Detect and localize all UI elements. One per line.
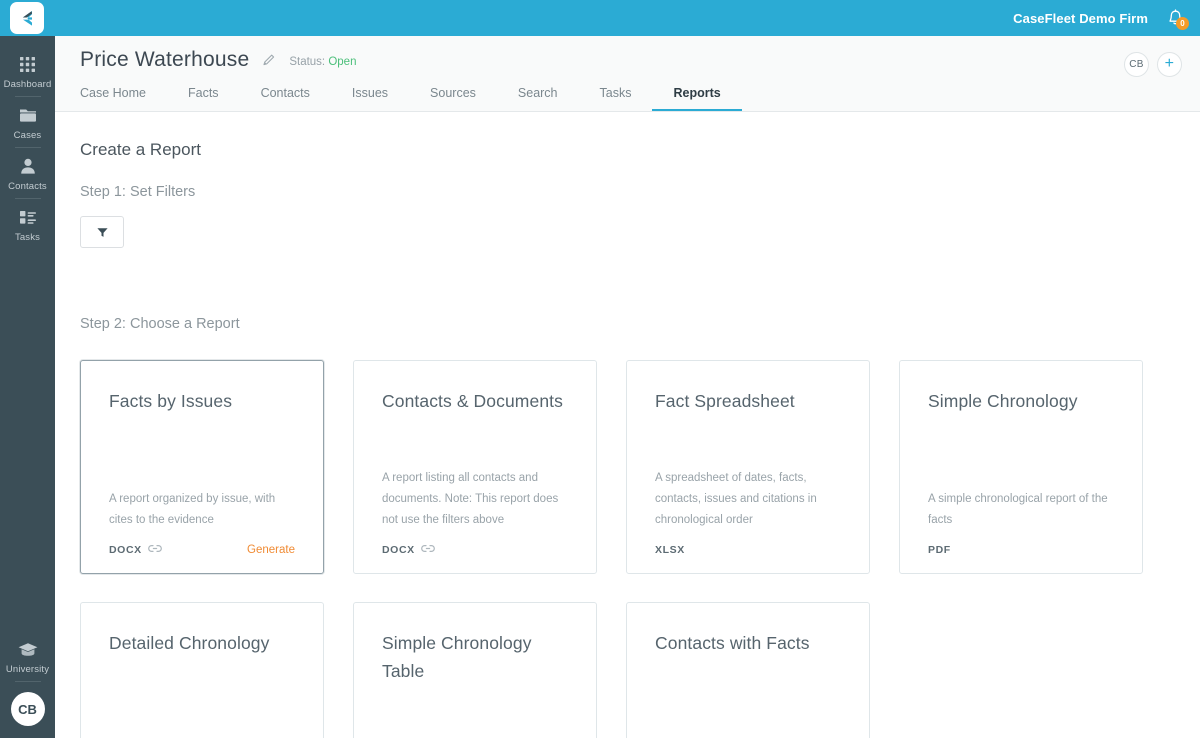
case-title-row: Price Waterhouse Status: Open [80,48,356,72]
rail-divider [15,681,41,682]
firm-name: CaseFleet Demo Firm [1013,11,1148,26]
status-badge: Status: Open [289,56,356,68]
folder-icon [18,104,38,126]
pencil-icon[interactable] [261,52,277,73]
casefleet-logo-icon[interactable] [10,2,44,34]
sidebar-item-label: Tasks [15,232,40,243]
report-card-description: A simple chronological report of the fac… [928,489,1114,531]
tab-contacts[interactable]: Contacts [240,80,331,111]
filter-button[interactable] [80,216,124,248]
app-root: CaseFleet Demo Firm 0 [0,0,1200,738]
case-header-actions: CB + [1124,52,1182,77]
report-card-footer: PDF [928,543,1114,557]
report-card-format: DOCX [109,544,142,556]
left-nav-rail: Dashboard Cases [0,36,55,738]
status-label: Status: [289,56,325,68]
sidebar-item-label: University [6,664,49,675]
report-card-footer: DOCX [382,543,568,557]
main-content: Create a Report Step 1: Set Filters Step… [55,112,1200,738]
report-card-description: A report organized by issue, with cites … [109,489,295,531]
report-card-contacts-with-facts[interactable]: Contacts with Facts A report with facts … [626,602,870,738]
report-card-format-group: DOCX [109,544,162,556]
report-card-footer: DOCX Generate [109,543,295,557]
filter-funnel-icon [96,226,109,239]
tab-sources[interactable]: Sources [409,80,497,111]
notification-count-badge: 0 [1176,17,1189,30]
report-card-format: PDF [928,544,951,556]
report-card-title: Simple Chronology [928,387,1114,415]
report-card-title: Facts by Issues [109,387,295,415]
sidebar-item-label: Dashboard [4,79,52,90]
report-card-format: XLSX [655,544,685,556]
sidebar-item-contacts[interactable]: Contacts [0,148,55,198]
report-card-title: Contacts & Documents [382,387,568,415]
tab-tasks[interactable]: Tasks [579,80,653,111]
graduation-cap-icon [17,638,39,660]
page-title: Price Waterhouse [80,48,249,72]
sidebar-item-label: Contacts [8,181,47,192]
report-card-simple-chronology-table[interactable]: Simple Chronology Table An editable simp… [353,602,597,738]
sidebar-item-tasks[interactable]: Tasks [0,199,55,249]
top-bar: CaseFleet Demo Firm 0 [0,0,1200,36]
report-card-title: Contacts with Facts [655,629,841,657]
sidebar-item-cases[interactable]: Cases [0,97,55,147]
tab-reports[interactable]: Reports [652,80,741,111]
person-icon [19,155,37,177]
generate-button[interactable]: Generate [247,544,295,556]
tab-facts[interactable]: Facts [167,80,240,111]
add-user-button[interactable]: + [1157,52,1182,77]
report-card-contacts-documents[interactable]: Contacts & Documents A report listing al… [353,360,597,574]
case-header: Price Waterhouse Status: Open Case Home … [55,36,1200,112]
step2-heading: Step 2: Choose a Report [80,316,1200,332]
tab-case-home[interactable]: Case Home [80,80,167,111]
report-card-simple-chronology[interactable]: Simple Chronology A simple chronological… [899,360,1143,574]
rail-bottom-group: University CB [0,631,55,738]
topbar-right-group: CaseFleet Demo Firm 0 [1013,0,1200,36]
rail-items: Dashboard Cases [0,36,55,249]
tab-search[interactable]: Search [497,80,579,111]
checklist-icon [18,206,38,228]
avatar[interactable]: CB [11,692,45,726]
tab-issues[interactable]: Issues [331,80,409,111]
report-card-grid: Facts by Issues A report organized by is… [80,360,1200,738]
report-card-footer: XLSX [655,543,841,557]
report-card-format-group: DOCX [382,544,435,556]
status-value: Open [328,56,356,68]
case-avatar[interactable]: CB [1124,52,1149,77]
report-card-detailed-chronology[interactable]: Detailed Chronology A report with all fa… [80,602,324,738]
step1-heading: Step 1: Set Filters [80,184,1200,200]
report-card-facts-by-issues[interactable]: Facts by Issues A report organized by is… [80,360,324,574]
report-card-description: A spreadsheet of dates, facts, contacts,… [655,468,841,531]
notifications-button[interactable]: 0 [1164,7,1186,29]
report-card-title: Detailed Chronology [109,629,295,657]
report-card-fact-spreadsheet[interactable]: Fact Spreadsheet A spreadsheet of dates,… [626,360,870,574]
link-chain-icon[interactable] [148,544,162,556]
report-card-format: DOCX [382,544,415,556]
sidebar-item-university[interactable]: University [0,631,55,681]
grid-icon [18,53,37,75]
sidebar-item-dashboard[interactable]: Dashboard [0,46,55,96]
report-card-description: A report listing all contacts and docume… [382,468,568,531]
create-report-heading: Create a Report [80,140,1200,160]
report-card-title: Fact Spreadsheet [655,387,841,415]
link-chain-icon[interactable] [421,544,435,556]
sidebar-item-label: Cases [14,130,42,141]
case-tabs: Case Home Facts Contacts Issues Sources … [80,80,742,111]
report-card-title: Simple Chronology Table [382,629,568,685]
